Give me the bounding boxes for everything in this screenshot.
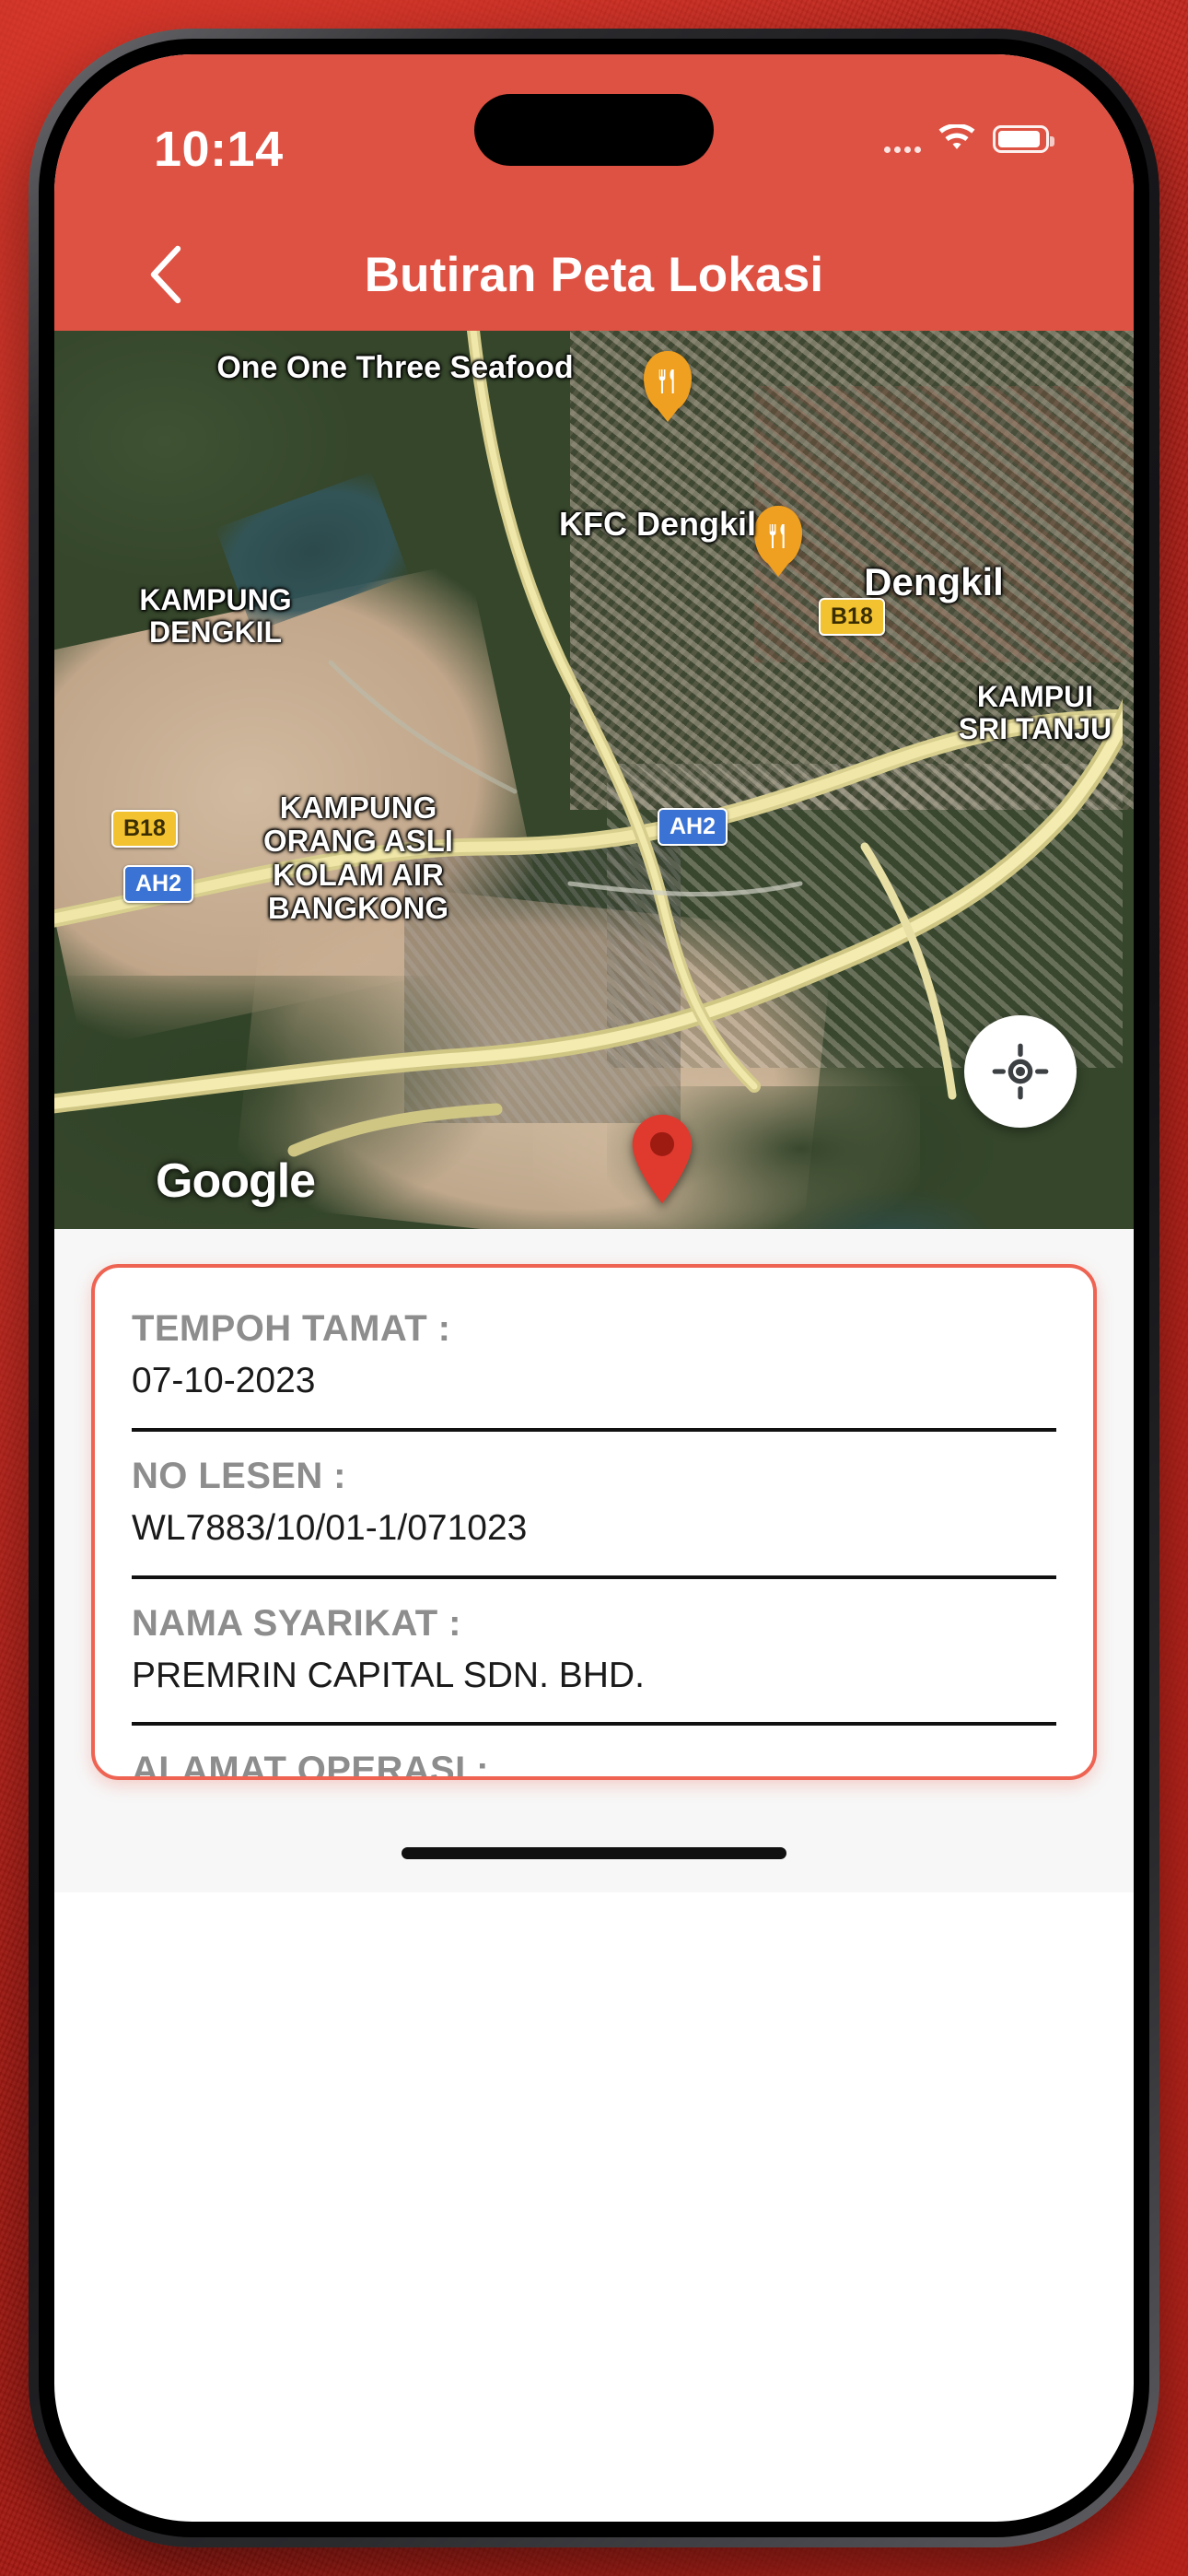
page-title: Butiran Peta Lokasi (364, 247, 824, 302)
road-shield-ah2-mid: AH2 (658, 808, 728, 846)
road-shield-ah2-west: AH2 (123, 865, 194, 903)
road-shield-b18-east: B18 (819, 598, 885, 636)
navigation-bar: Butiran Peta Lokasi (54, 218, 1134, 331)
field-label: NAMA SYARIKAT : (132, 1602, 461, 1644)
field-nama-syarikat: NAMA SYARIKAT : PREMRIN CAPITAL SDN. BHD… (132, 1575, 1056, 1723)
license-info-card: TEMPOH TAMAT : 07-10-2023 NO LESEN : WL7… (91, 1264, 1097, 1780)
battery-icon (993, 124, 1054, 153)
dynamic-island (474, 94, 714, 166)
road-shield-b18-west: B18 (111, 810, 178, 848)
field-value: WL7883/10/01-1/071023 (132, 1507, 528, 1548)
field-value: PREMRIN CAPITAL SDN. BHD. (132, 1655, 645, 1695)
device-screen: 10:14 Butiran Peta Lokasi One One Three … (54, 54, 1134, 2522)
details-sheet: TEMPOH TAMAT : 07-10-2023 NO LESEN : WL7… (54, 1229, 1134, 1892)
iphone-device-frame: 10:14 Butiran Peta Lokasi One One Three … (29, 29, 1159, 2547)
field-value: 07-10-2023 (132, 1361, 316, 1400)
map-marker-icon[interactable] (631, 1114, 693, 1204)
signal-dots-icon (884, 125, 921, 153)
field-alamat-operasi: ALAMAT OPERASI : NO. 1C-1, JALAN BINTANG… (132, 1722, 1056, 1780)
back-button[interactable] (126, 236, 204, 313)
wifi-icon (938, 124, 975, 149)
my-location-icon (992, 1043, 1049, 1100)
device-bezel: 10:14 Butiran Peta Lokasi One One Three … (39, 39, 1149, 2537)
field-label: NO LESEN : (132, 1455, 346, 1496)
map-view[interactable]: One One Three Seafood KFC Dengkil Dengki… (54, 331, 1134, 1229)
field-label: TEMPOH TAMAT : (132, 1308, 451, 1349)
field-label: ALAMAT OPERASI : (132, 1750, 489, 1780)
status-bar: 10:14 (54, 54, 1134, 218)
poi-marker-kfc-dengkil[interactable] (754, 506, 802, 567)
field-no-lesen: NO LESEN : WL7883/10/01-1/071023 (132, 1427, 1056, 1575)
status-bar-clock: 10:14 (154, 122, 284, 177)
restaurant-fork-knife-icon (644, 351, 692, 412)
restaurant-fork-knife-icon (754, 506, 802, 567)
road-network (54, 331, 1123, 1157)
chevron-left-icon (150, 245, 181, 304)
poi-marker-one-one-three-seafood[interactable] (644, 351, 692, 412)
google-logo: Google (156, 1154, 316, 1208)
my-location-button[interactable] (964, 1015, 1077, 1128)
home-indicator[interactable] (402, 1847, 786, 1859)
field-tempoh-tamat: TEMPOH TAMAT : 07-10-2023 (132, 1308, 1056, 1428)
status-bar-indicators (884, 124, 1054, 153)
